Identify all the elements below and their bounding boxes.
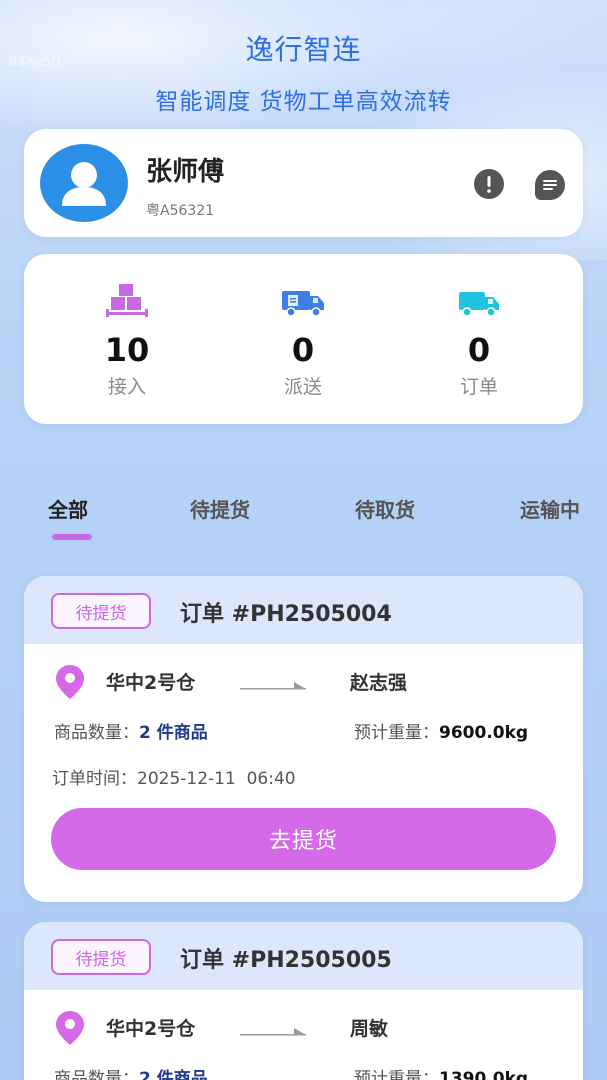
weight-value: 9600.0kg [439, 723, 529, 743]
destination-contact: 周敏 [350, 1018, 389, 1040]
quantity-row: 商品数量：2 件商品 [54, 1064, 208, 1080]
stat-orders[interactable]: 0 订单 [404, 282, 554, 399]
order-card[interactable]: 待提货 订单 #PH2505005 华中2号仓 周敏 商品数量：2 件商品 预计… [24, 922, 583, 1080]
tab-all[interactable]: 全部 [48, 494, 88, 523]
stat-delivering[interactable]: 0 派送 [228, 282, 378, 399]
order-body: 华中2号仓 赵志强 商品数量：2 件商品 预计重量：9600.0kg 订单时间：… [24, 644, 583, 902]
weight-row: 预计重量：9600.0kg [354, 718, 528, 743]
tab-in-transit[interactable]: 运输中 [520, 494, 580, 523]
stat-received[interactable]: 10 接入 [52, 282, 202, 399]
origin-location: 华中2号仓 [106, 672, 196, 694]
weight-value: 1390.0kg [439, 1069, 529, 1080]
order-title: 订单 #PH2505005 [180, 948, 392, 973]
order-body: 华中2号仓 周敏 商品数量：2 件商品 预计重量：1390.0kg [24, 990, 583, 1080]
weight-label: 预计重量： [354, 723, 439, 743]
order-header: 待提货 订单 #PH2505005 [24, 922, 583, 990]
quantity-value: 2 件商品 [139, 1069, 208, 1080]
license-plate: 粤A56321 [146, 203, 215, 219]
order-header: 待提货 订单 #PH2505004 [24, 576, 583, 644]
location-pin-icon [54, 664, 86, 704]
quantity-label: 商品数量： [54, 1069, 139, 1080]
tab-pending-collect[interactable]: 待取货 [355, 494, 415, 523]
order-time-row: 订单时间：2025-12-11 06:40 [52, 764, 296, 789]
tab-indicator [52, 534, 92, 540]
stats-card: 10 接入 0 派送 0 订单 [24, 254, 583, 424]
stat-label: 订单 [459, 376, 498, 398]
app-subtitle: 智能调度 货物工单高效流转 [155, 89, 452, 115]
tab-pending-pickup[interactable]: 待提货 [190, 494, 250, 523]
message-icon[interactable] [535, 170, 565, 200]
stat-value: 0 [467, 331, 491, 369]
alert-icon[interactable] [474, 169, 504, 199]
quantity-label: 商品数量： [54, 723, 139, 743]
stat-value: 0 [291, 331, 315, 369]
profile-card: 张师傅 粤A56321 [24, 129, 583, 237]
weight-label: 预计重量： [354, 1069, 439, 1080]
weight-row: 预计重量：1390.0kg [354, 1064, 528, 1080]
driver-name: 张师傅 [146, 157, 225, 187]
origin-location: 华中2号仓 [106, 1018, 196, 1040]
route-arrow-icon [240, 676, 308, 695]
stat-label: 接入 [107, 376, 146, 398]
quantity-value: 2 件商品 [139, 723, 208, 743]
user-avatar-icon[interactable] [40, 144, 128, 222]
truck-icon [404, 282, 554, 318]
status-badge: 待提货 [51, 939, 151, 975]
order-time-label: 订单时间： [52, 769, 137, 789]
delivery-truck-icon [228, 282, 378, 318]
stat-value: 10 [104, 331, 150, 369]
route-arrow-icon [240, 1022, 308, 1041]
destination-contact: 赵志强 [350, 672, 408, 694]
status-badge: 待提货 [51, 593, 151, 629]
order-time-value: 2025-12-11 06:40 [137, 769, 296, 789]
stat-label: 派送 [283, 376, 322, 398]
location-pin-icon [54, 1010, 86, 1050]
app-title: 逸行智连 [245, 33, 362, 66]
boxes-icon [52, 282, 202, 318]
quantity-row: 商品数量：2 件商品 [54, 718, 208, 743]
order-tabs: 全部 待提货 待取货 运输中 [0, 488, 607, 548]
order-card[interactable]: 待提货 订单 #PH2505004 华中2号仓 赵志强 商品数量：2 件商品 预… [24, 576, 583, 902]
go-pickup-button[interactable]: 去提货 [51, 808, 556, 870]
order-title: 订单 #PH2505004 [180, 602, 392, 627]
